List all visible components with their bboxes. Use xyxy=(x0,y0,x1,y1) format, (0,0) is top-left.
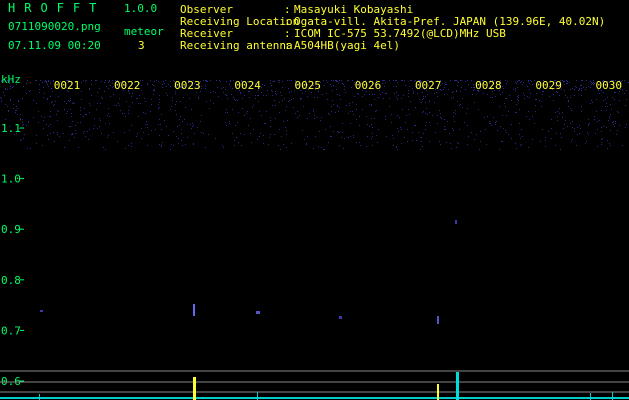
x-tick-label: 0029 xyxy=(535,79,562,92)
x-tick-label: 0028 xyxy=(475,79,502,92)
y-tick-label: 0.8 xyxy=(1,274,21,287)
echo-mark xyxy=(193,304,195,316)
y-tick-label: 0.7 xyxy=(1,324,21,337)
antenna-colon: : xyxy=(284,39,291,52)
app-title: HROFFT xyxy=(8,1,106,15)
meteor-echoes xyxy=(40,220,457,324)
spectrogram: kHz 0021 0022 0023 0024 0025 0026 0027 0028 0029 0… xyxy=(0,73,629,400)
x-tick-label: 0025 xyxy=(295,79,322,92)
antenna-value: A504HB(yagi 4el) xyxy=(294,39,400,52)
x-tick-label: 0026 xyxy=(355,79,382,92)
signal-peak xyxy=(193,377,196,400)
app-version: 1.0.0 xyxy=(124,2,158,15)
x-tick-label: 0030 xyxy=(596,79,623,92)
signal-peak xyxy=(590,393,591,400)
echo-mark xyxy=(437,316,439,324)
x-tick-label: 0023 xyxy=(174,79,201,92)
meteor-count: 3 xyxy=(138,39,145,52)
signal-peak xyxy=(39,394,40,400)
signal-peak xyxy=(456,372,459,400)
antenna-label: Receiving antenna xyxy=(180,39,293,52)
meteor-label: meteor xyxy=(124,25,164,38)
x-tick-label: 0027 xyxy=(415,79,442,92)
echo-mark xyxy=(339,316,342,319)
y-tick-label: 1.1 xyxy=(1,122,21,135)
x-tick-label: 0024 xyxy=(234,79,261,92)
datetime: 07.11.09 00:20 xyxy=(8,39,101,52)
file-name: 0711090020.png xyxy=(8,20,101,33)
y-tick-label: 1.0 xyxy=(1,173,21,186)
echo-mark xyxy=(40,310,43,312)
echo-mark xyxy=(256,311,260,314)
x-tick-label: 0022 xyxy=(114,79,141,92)
signal-peak xyxy=(437,384,439,400)
signal-peak xyxy=(257,392,258,400)
echo-mark xyxy=(455,220,457,224)
x-tick-label: 0021 xyxy=(54,79,81,92)
signal-peak xyxy=(612,392,613,400)
y-tick-label: 0.9 xyxy=(1,223,21,236)
y-unit-label: kHz xyxy=(1,73,21,86)
